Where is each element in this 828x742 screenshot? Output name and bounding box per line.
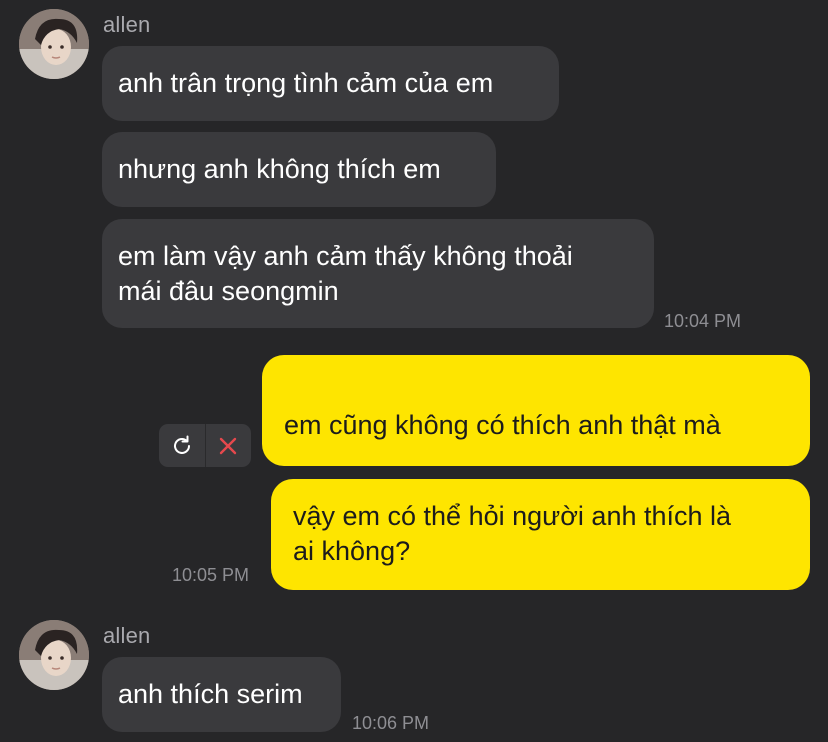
message-bubble[interactable]: nhưng anh không thích em [102, 132, 496, 207]
message-text: em cũng không có thích anh thật mà [284, 410, 721, 440]
sender-name: allen [103, 12, 151, 37]
retry-icon[interactable] [159, 424, 205, 467]
avatar[interactable] [19, 620, 89, 690]
failed-message-actions [159, 424, 251, 467]
message-time: 10:06 PM [352, 713, 430, 733]
message-bubble-outgoing[interactable]: em cũng không có thích anh thật mà [262, 355, 810, 546]
sender-name: allen [103, 623, 151, 648]
message-bubble[interactable]: em làm vậy anh cảm thấy không thoải mái … [102, 219, 654, 328]
message-time: 10:04 PM [664, 311, 742, 331]
message-bubble[interactable]: anh thích serim [102, 657, 341, 732]
message-time: 10:05 PM [172, 565, 250, 585]
message-bubble-outgoing[interactable]: vậy em có thể hỏi người anh thích là ai … [271, 479, 810, 590]
avatar[interactable] [19, 9, 89, 79]
delete-icon[interactable] [205, 424, 251, 467]
message-bubble[interactable]: anh trân trọng tình cảm của em [102, 46, 559, 121]
